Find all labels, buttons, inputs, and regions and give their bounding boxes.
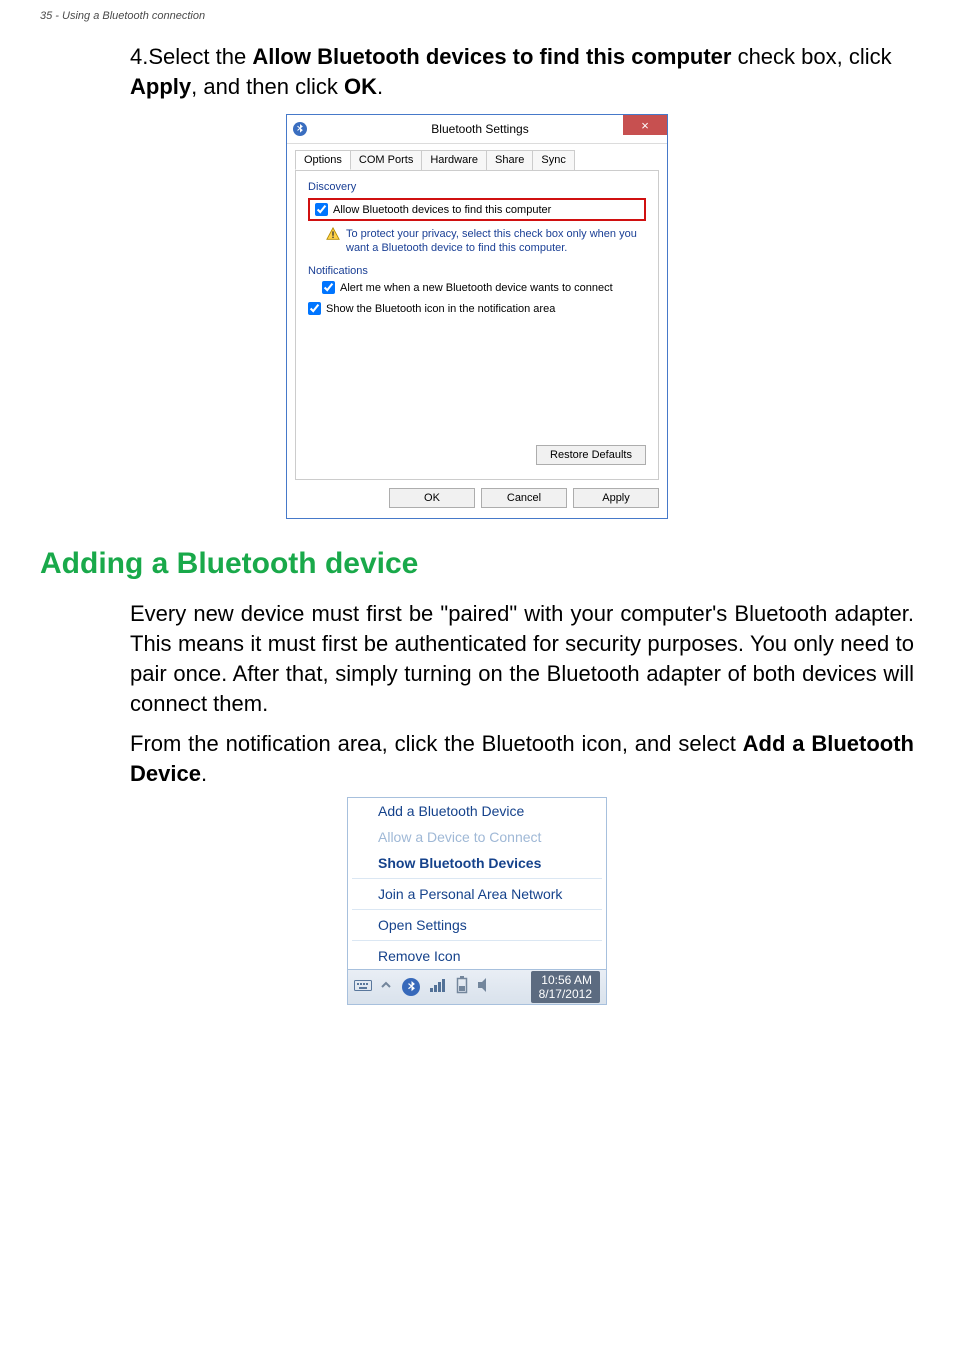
clock-date: 8/17/2012	[539, 987, 592, 1001]
paragraph-1: Every new device must first be "paired" …	[130, 599, 914, 719]
volume-icon[interactable]	[478, 978, 494, 997]
dialog-title: Bluetooth Settings	[293, 122, 667, 136]
step-text-part1: Select the	[148, 44, 252, 69]
step-number: 4.	[130, 44, 148, 69]
tray-screenshot: Add a Bluetooth Device Allow a Device to…	[347, 797, 607, 1005]
dialog-titlebar: Bluetooth Settings ×	[287, 115, 667, 144]
menu-add-device[interactable]: Add a Bluetooth Device	[348, 798, 606, 824]
privacy-note-text: To protect your privacy, select this che…	[346, 227, 646, 255]
step-bold2: Apply	[130, 74, 191, 99]
paragraph-2: From the notification area, click the Bl…	[130, 729, 914, 789]
step-text-end: .	[377, 74, 383, 99]
restore-row: Restore Defaults	[308, 445, 646, 465]
allow-find-highlight: Allow Bluetooth devices to find this com…	[308, 198, 646, 221]
alert-new-checkbox[interactable]	[322, 281, 335, 294]
alert-new-row: Alert me when a new Bluetooth device wan…	[322, 281, 646, 294]
taskbar-clock[interactable]: 10:56 AM 8/17/2012	[531, 971, 600, 1003]
page-header: 35 - Using a Bluetooth connection	[40, 0, 914, 42]
menu-show-devices[interactable]: Show Bluetooth Devices	[348, 850, 606, 876]
dialog-buttons: OK Cancel Apply	[287, 488, 667, 518]
cancel-button[interactable]: Cancel	[481, 488, 567, 508]
bluetooth-tray-icon[interactable]	[402, 978, 420, 996]
allow-find-label: Allow Bluetooth devices to find this com…	[333, 204, 551, 216]
step-bold3: OK	[344, 74, 377, 99]
bluetooth-settings-dialog: Bluetooth Settings × Options COM Ports H…	[286, 114, 668, 519]
tray-context-menu: Add a Bluetooth Device Allow a Device to…	[347, 797, 607, 970]
step-text-part3: , and then click	[191, 74, 344, 99]
tab-sync[interactable]: Sync	[532, 150, 574, 170]
ok-button[interactable]: OK	[389, 488, 475, 508]
tab-options[interactable]: Options	[295, 150, 351, 170]
step-text-part2: check box, click	[731, 44, 891, 69]
apply-button[interactable]: Apply	[573, 488, 659, 508]
section-heading: Adding a Bluetooth device	[40, 547, 914, 581]
keyboard-icon[interactable]	[354, 978, 372, 997]
alert-new-label: Alert me when a new Bluetooth device wan…	[340, 282, 613, 294]
menu-separator-3	[352, 940, 602, 941]
show-icon-label: Show the Bluetooth icon in the notificat…	[326, 303, 555, 315]
dialog-tabs: Options COM Ports Hardware Share Sync	[287, 144, 667, 170]
menu-allow-connect: Allow a Device to Connect	[348, 824, 606, 850]
show-icon-checkbox[interactable]	[308, 302, 321, 315]
menu-open-settings[interactable]: Open Settings	[348, 912, 606, 938]
menu-remove-icon[interactable]: Remove Icon	[348, 943, 606, 969]
dialog-content: Discovery Allow Bluetooth devices to fin…	[295, 170, 659, 480]
menu-separator-2	[352, 909, 602, 910]
tab-share[interactable]: Share	[486, 150, 533, 170]
taskbar: 10:56 AM 8/17/2012	[347, 970, 607, 1005]
show-icon-row: Show the Bluetooth icon in the notificat…	[308, 302, 646, 315]
close-button[interactable]: ×	[623, 115, 667, 135]
menu-separator-1	[352, 878, 602, 879]
discovery-group-label: Discovery	[308, 181, 646, 193]
allow-find-checkbox[interactable]	[315, 203, 328, 216]
tab-hardware[interactable]: Hardware	[421, 150, 487, 170]
clock-time: 10:56 AM	[539, 973, 592, 987]
tab-com-ports[interactable]: COM Ports	[350, 150, 422, 170]
network-icon[interactable]	[430, 978, 446, 997]
tray-icons	[380, 976, 494, 999]
privacy-note: To protect your privacy, select this che…	[326, 227, 646, 255]
para2-pre: From the notification area, click the Bl…	[130, 731, 743, 756]
para2-end: .	[201, 761, 207, 786]
step-bold1: Allow Bluetooth devices to find this com…	[252, 44, 731, 69]
menu-join-pan[interactable]: Join a Personal Area Network	[348, 881, 606, 907]
notifications-group-label: Notifications	[308, 265, 646, 277]
warning-icon	[326, 227, 340, 245]
show-hidden-icons[interactable]	[380, 978, 392, 996]
battery-icon[interactable]	[456, 976, 468, 999]
restore-defaults-button[interactable]: Restore Defaults	[536, 445, 646, 465]
step-4: 4.Select the Allow Bluetooth devices to …	[130, 42, 914, 102]
